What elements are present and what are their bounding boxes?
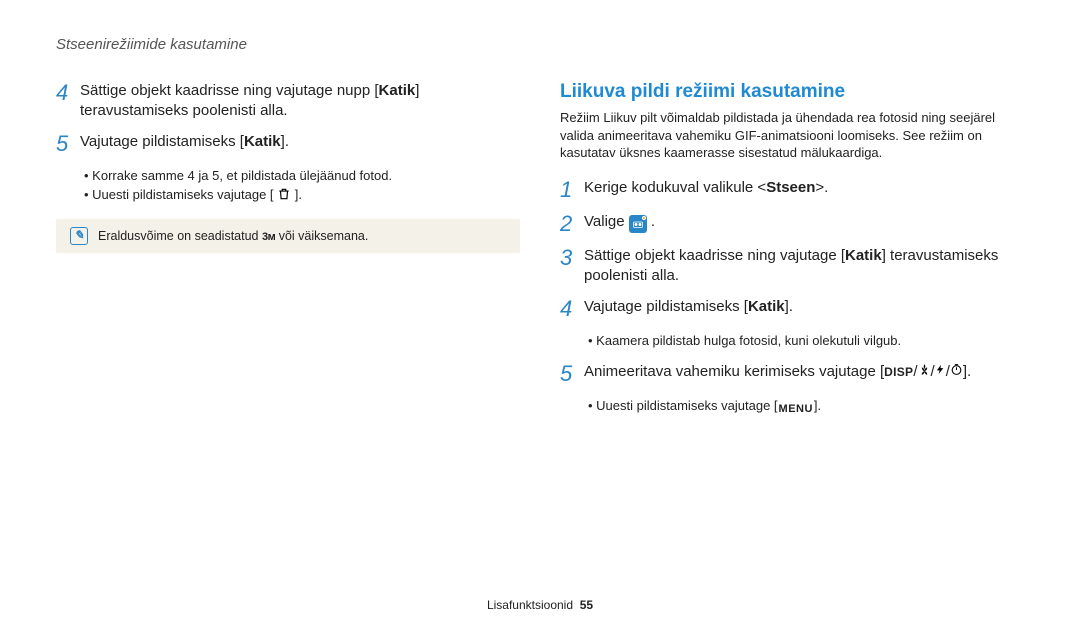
macro-icon (918, 363, 931, 380)
right-step-1-text: Kerige kodukuval valikule <Stseen>. (584, 178, 828, 198)
right-step-3-text: Sättige objekt kaadrisse ning vajutage [… (584, 246, 1024, 287)
resolution-3m-icon: 3ᴍ (262, 231, 275, 243)
step-number-1: 1 (560, 178, 584, 202)
right-intro: Režiim Liikuv pilt võimaldab pildistada … (560, 109, 1024, 162)
step-number-4r: 4 (560, 297, 584, 321)
disp-key-icon: DISP (884, 365, 913, 379)
timer-icon (950, 363, 963, 380)
flash-icon (935, 363, 946, 380)
right-column: Liikuva pildi režiimi kasutamine Režiim … (560, 81, 1024, 430)
right-bullet-4-1: Kaamera pildistab hulga fotosid, kuni ol… (588, 331, 1024, 351)
right-heading: Liikuva pildi režiimi kasutamine (560, 81, 1024, 103)
right-bullet-5-1: Uuesti pildistamiseks vajutage [MENU]. (588, 396, 1024, 418)
trash-icon (277, 187, 291, 207)
note-info-icon: ✎ (70, 227, 88, 245)
menu-key-icon: MENU (778, 401, 814, 418)
left-bullet-2: Uuesti pildistamiseks vajutage [ ]. (84, 185, 520, 207)
step-number-3: 3 (560, 246, 584, 270)
page-footer: Lisafunktsioonid 55 (0, 598, 1080, 612)
footer-label: Lisafunktsioonid (487, 598, 573, 612)
page-number: 55 (580, 598, 593, 612)
moving-photo-mode-icon (629, 215, 647, 233)
step-number-5r: 5 (560, 362, 584, 386)
right-step-4-text: Vajutage pildistamiseks [Katik]. (584, 297, 793, 317)
left-bullets: Korrake samme 4 ja 5, et pildistada ülej… (84, 166, 520, 207)
step-number-2: 2 (560, 212, 584, 236)
page-section-header: Stseenirežiimide kasutamine (56, 36, 1024, 53)
left-step-4-text: Sättige objekt kaadrisse ning vajutage n… (80, 81, 520, 122)
left-step-5-text: Vajutage pildistamiseks [Katik]. (80, 132, 289, 152)
left-bullet-1: Korrake samme 4 ja 5, et pildistada ülej… (84, 166, 520, 186)
note-box: ✎ Eraldusvõime on seadistatud 3ᴍ või väi… (56, 219, 520, 253)
step-number-5: 5 (56, 132, 80, 156)
step-number-4: 4 (56, 81, 80, 105)
right-step-5-text: Animeeritava vahemiku kerimiseks vajutag… (584, 362, 971, 382)
left-column: 4 Sättige objekt kaadrisse ning vajutage… (56, 81, 520, 430)
right-step-2-text: Valige . (584, 212, 655, 233)
note-text: Eraldusvõime on seadistatud 3ᴍ või väiks… (98, 229, 368, 243)
right-bullets-4: Kaamera pildistab hulga fotosid, kuni ol… (588, 331, 1024, 351)
right-bullets-5: Uuesti pildistamiseks vajutage [MENU]. (588, 396, 1024, 418)
